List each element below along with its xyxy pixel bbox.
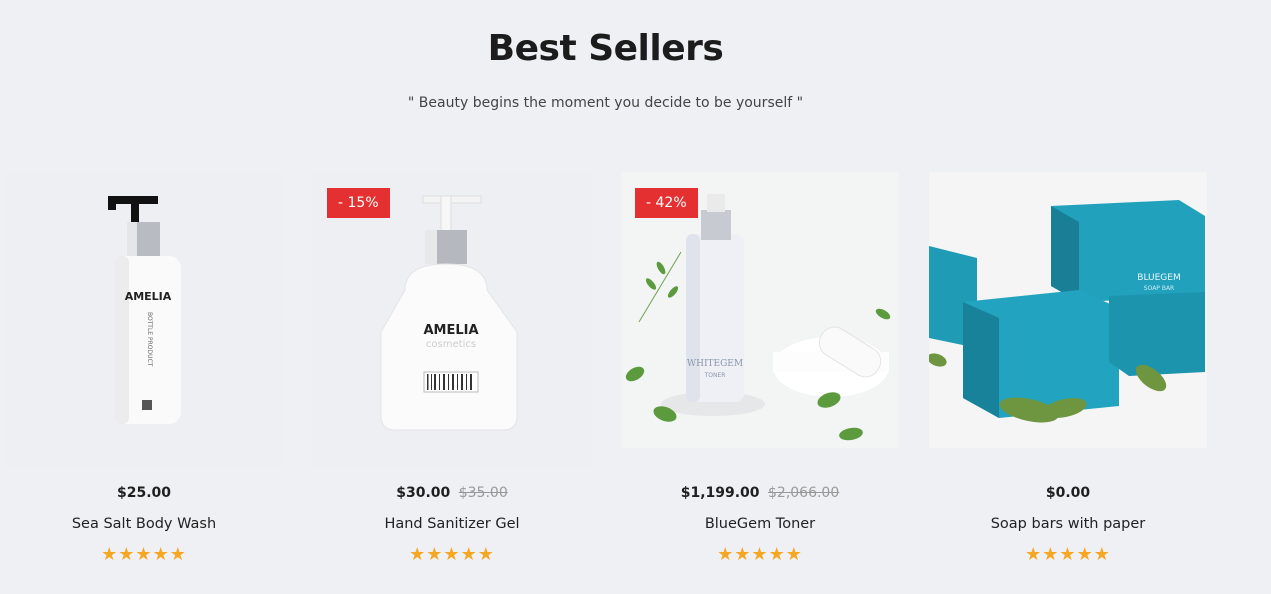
star-rating: ★★★★★ bbox=[1025, 544, 1111, 565]
price-row: $1,199.00 $2,066.00 bbox=[621, 485, 899, 501]
product-card[interactable]: AMELIA BOTTLE PRODUCT $25.00 Sea Salt Bo… bbox=[5, 172, 283, 565]
section-subtitle: " Beauty begins the moment you decide to… bbox=[407, 95, 804, 111]
star-rating: ★★★★★ bbox=[409, 544, 495, 565]
bottle-brand-text: AMELIA bbox=[423, 323, 478, 338]
product-card[interactable]: WHITEGEM TONER - 42% $1,199.00 $2,066.00… bbox=[621, 172, 899, 565]
soap-line-text: SOAP BAR bbox=[1144, 285, 1174, 292]
price-row: $0.00 bbox=[929, 485, 1207, 501]
old-price: $35.00 bbox=[458, 485, 508, 501]
product-image[interactable]: AMELIA BOTTLE PRODUCT bbox=[5, 172, 283, 468]
discount-badge: - 42% bbox=[635, 188, 698, 218]
product-image[interactable]: AMELIA cosmetics - 15% bbox=[313, 172, 591, 468]
price: $0.00 bbox=[1045, 485, 1091, 501]
price: $25.00 bbox=[116, 485, 172, 501]
old-price: $2,066.00 bbox=[768, 485, 840, 501]
star-rating: ★★★★★ bbox=[717, 544, 803, 565]
bottle-line-text: TONER bbox=[704, 372, 726, 379]
section-title: Best Sellers bbox=[487, 28, 724, 69]
product-name[interactable]: Soap bars with paper bbox=[929, 516, 1207, 532]
bottle-line-text: BOTTLE PRODUCT bbox=[146, 312, 153, 367]
product-name[interactable]: Sea Salt Body Wash bbox=[5, 516, 283, 532]
soap-brand-text: BLUEGEM bbox=[1137, 273, 1180, 283]
pump-bottle-image: AMELIA BOTTLE PRODUCT bbox=[108, 196, 181, 424]
product-image[interactable]: BLUEGEM SOAP BAR bbox=[929, 172, 1207, 448]
product-image[interactable]: WHITEGEM TONER - 42% bbox=[621, 172, 899, 448]
price-row: $30.00 $35.00 bbox=[313, 485, 591, 501]
bottle-line-text: cosmetics bbox=[426, 339, 476, 350]
price: $1,199.00 bbox=[680, 485, 760, 501]
product-card[interactable]: BLUEGEM SOAP BAR $0.00 Soap bars with pa… bbox=[929, 172, 1207, 565]
discount-badge: - 15% bbox=[327, 188, 390, 218]
star-rating: ★★★★★ bbox=[101, 544, 187, 565]
price-row: $25.00 bbox=[5, 485, 283, 501]
price: $30.00 bbox=[396, 485, 451, 501]
product-name[interactable]: BlueGem Toner bbox=[621, 516, 899, 532]
product-name[interactable]: Hand Sanitizer Gel bbox=[313, 516, 591, 532]
bottle-brand-text: AMELIA bbox=[125, 290, 172, 303]
bottle-brand-text: WHITEGEM bbox=[687, 359, 743, 369]
soap-bars-image: BLUEGEM SOAP BAR bbox=[929, 172, 1207, 448]
product-card[interactable]: AMELIA cosmetics - 15% $30.00 $35.00 Han… bbox=[313, 172, 591, 565]
